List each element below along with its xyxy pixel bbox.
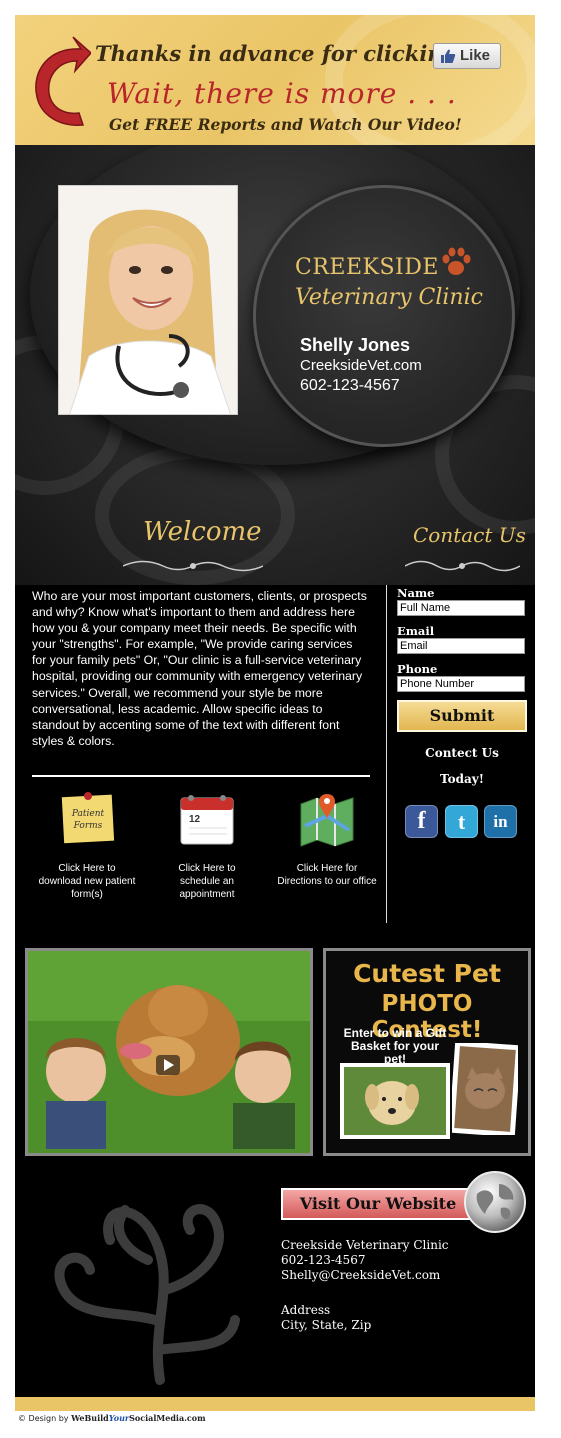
patient-forms-caption: Click Here to download new patient form(…: [38, 863, 136, 900]
note-text-line2: Forms: [73, 821, 103, 831]
facebook-icon[interactable]: f: [405, 805, 438, 838]
note-text-line1: Patient: [71, 809, 105, 819]
name-label: Name: [397, 586, 435, 600]
footer-city-state-zip: City, State, Zip: [281, 1318, 372, 1332]
facebook-like-button[interactable]: Like: [433, 43, 501, 69]
contact-today-line2: Today!: [440, 772, 484, 786]
paw-print-icon: [442, 247, 471, 275]
phone-field[interactable]: [397, 676, 525, 692]
globe-icon[interactable]: [463, 1170, 527, 1234]
welcome-heading: Welcome: [143, 517, 262, 547]
directions-caption: Click Here for Directions to our office: [277, 863, 377, 887]
footer-clinic-name: Creekside Veterinary Clinic: [281, 1238, 449, 1252]
calendar-icon: 12: [180, 795, 234, 845]
dog-photo: [340, 1063, 450, 1139]
content-divider: [32, 775, 370, 777]
clinic-info-disc: [253, 185, 515, 447]
map-directions-icon: [300, 794, 354, 847]
footer-phone: 602-123-4567: [281, 1253, 366, 1267]
like-banner: Thanks in advance for clicking Like Wait…: [15, 15, 535, 145]
contact-ornament: [405, 560, 520, 572]
schedule-appointment-link[interactable]: 12 Click Here to schedule an appointment: [157, 790, 257, 901]
email-field[interactable]: [397, 638, 525, 654]
clinic-name-line2: Veterinary Clinic: [295, 285, 483, 310]
contact-form: Name Email Phone Submit Contect Us Today…: [397, 585, 527, 792]
calendar-day: 12: [189, 814, 201, 825]
column-divider: [386, 585, 387, 923]
footer-address: Address: [281, 1303, 331, 1317]
phone-label: Phone: [397, 662, 438, 676]
thumbs-up-icon: [441, 49, 456, 63]
email-label: Email: [397, 624, 435, 638]
footer-email[interactable]: Shelly@CreeksideVet.com: [281, 1268, 440, 1283]
name-field[interactable]: [397, 600, 525, 616]
footer-bar: [15, 1397, 535, 1411]
contest-title-line1: Cutest Pet: [353, 959, 501, 988]
visit-website-button[interactable]: Visit Our Website: [281, 1188, 475, 1220]
contact-phone: 602-123-4567: [300, 377, 400, 394]
video-thumbnail[interactable]: [25, 948, 313, 1156]
contest-subtitle: Enter to win a Gift Basket for your pet!: [343, 1026, 447, 1066]
banner-free-reports-text: Get FREE Reports and Watch Our Video!: [109, 115, 462, 134]
appointment-caption: Click Here to schedule an appointment: [178, 863, 236, 900]
patient-forms-note-icon: Patient Forms: [61, 792, 115, 844]
main-content: Who are your most important customers, c…: [15, 585, 535, 935]
cat-photo: [452, 1043, 518, 1135]
curved-arrow-icon: [35, 36, 91, 126]
linkedin-icon[interactable]: in: [484, 805, 517, 838]
twitter-icon[interactable]: t: [445, 805, 478, 838]
clinic-name-line1: CREEKSIDE: [295, 255, 439, 280]
welcome-ornament: [123, 560, 263, 572]
banner-thanks-text: Thanks in advance for clicking: [95, 41, 458, 66]
design-credit[interactable]: © Design by WeBuildYourSocialMedia.com: [18, 1413, 206, 1423]
contact-website[interactable]: CreeksideVet.com: [300, 357, 422, 374]
submit-button[interactable]: Submit: [397, 700, 527, 732]
footer: Visit Our Website Creekside Veterinary C…: [15, 1165, 535, 1397]
patient-forms-link[interactable]: Patient Forms Click Here to download new…: [37, 790, 137, 901]
photo-contest-banner[interactable]: Cutest Pet PHOTO Contest! Enter to win a…: [323, 948, 531, 1156]
contact-person-name: Shelly Jones: [300, 335, 411, 355]
directions-link[interactable]: Click Here for Directions to our office: [277, 790, 377, 888]
hero-section: CREEKSIDE Veterinary Clinic Shelly Jones…: [15, 145, 535, 585]
footer-flourish-decoration: [54, 1204, 240, 1385]
profile-photo: [58, 185, 238, 415]
contact-us-heading: Contact Us: [413, 523, 526, 547]
banner-more-text: Wait, there is more . . .: [107, 77, 457, 110]
media-strip: Cutest Pet PHOTO Contest! Enter to win a…: [15, 935, 535, 1165]
contact-today-line1: Contect Us: [425, 746, 499, 760]
social-links: f t in: [405, 805, 525, 841]
welcome-paragraph: Who are your most important customers, c…: [32, 589, 367, 748]
credit-brand: WeBuildYourSocialMedia.com: [71, 1413, 206, 1423]
like-label: Like: [460, 47, 491, 64]
